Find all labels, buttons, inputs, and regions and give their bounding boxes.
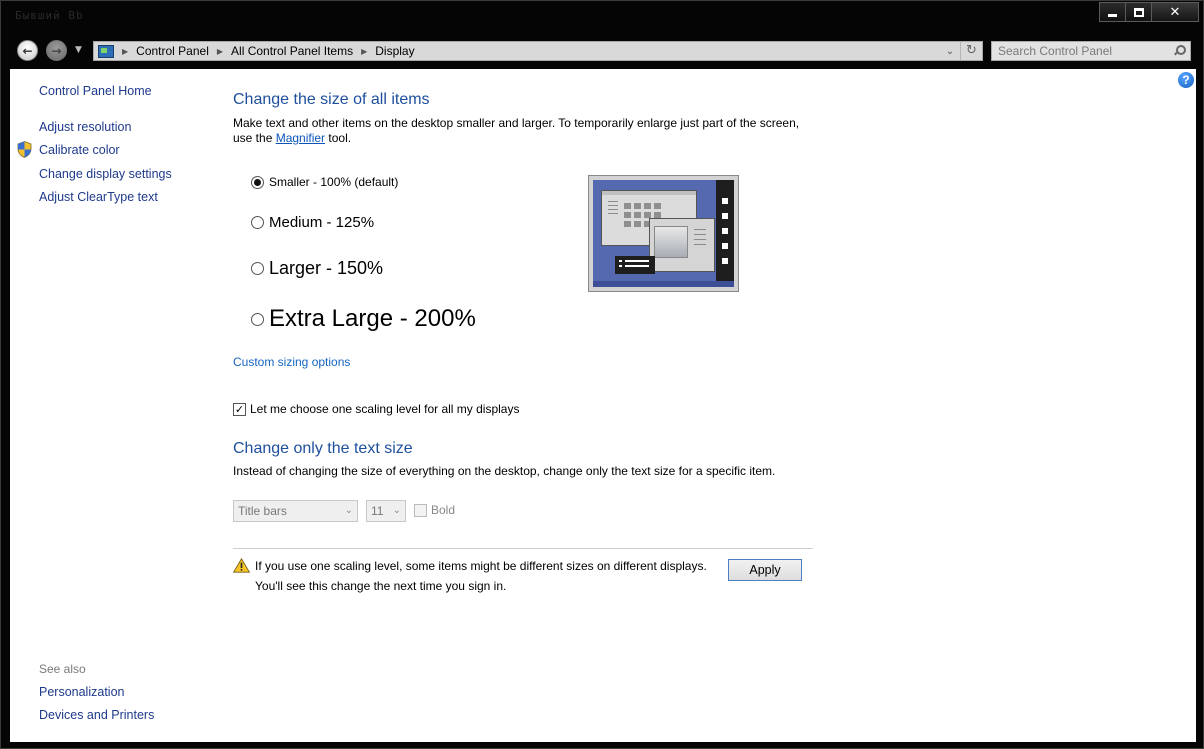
divider	[233, 548, 813, 549]
sidebar-link-change-display-settings[interactable]: Change display settings	[39, 167, 172, 181]
one-scaling-level-label: Let me choose one scaling level for all …	[250, 402, 520, 416]
scaling-preview-image	[588, 175, 739, 292]
text-item-value: Title bars	[238, 504, 287, 518]
sidebar-link-adjust-resolution[interactable]: Adjust resolution	[39, 120, 131, 134]
content-area: ? Control Panel Home Adjust resolution C…	[10, 69, 1196, 742]
see-also-label: See also	[39, 662, 86, 676]
preview-taskbar-icon	[716, 180, 734, 287]
maximize-button[interactable]	[1125, 2, 1152, 22]
breadcrumb-display[interactable]: Display	[375, 44, 414, 58]
size-option-medium[interactable]: Medium - 125%	[251, 214, 374, 231]
close-button[interactable]: ✕	[1151, 2, 1199, 22]
radio-icon[interactable]	[251, 262, 264, 275]
warning-icon	[232, 557, 251, 573]
size-section-description: Make text and other items on the desktop…	[233, 116, 799, 146]
radio-selected-icon[interactable]	[251, 175, 264, 189]
sidebar: Control Panel Home Adjust resolution Cal…	[10, 69, 210, 742]
size-option-smaller[interactable]: Smaller - 100% (default)	[251, 175, 398, 189]
chevron-right-icon[interactable]: ▶	[122, 47, 128, 56]
search-placeholder: Search Control Panel	[998, 44, 1113, 58]
recent-pages-dropdown[interactable]: ▼	[75, 45, 82, 55]
warning-text-line2: You'll see this change the next time you…	[255, 579, 507, 593]
warning-text-line1: If you use one scaling level, some items…	[255, 559, 707, 573]
minimize-icon	[1108, 13, 1117, 17]
window-title: Бывший Bb	[15, 9, 84, 22]
font-size-select[interactable]: 11 ⌄	[366, 500, 406, 522]
bold-checkbox[interactable]: Bold	[414, 503, 455, 517]
size-description-line1: Make text and other items on the desktop…	[233, 116, 800, 130]
sidebar-link-personalization[interactable]: Personalization	[39, 685, 124, 699]
caption-buttons: ✕	[1099, 2, 1199, 22]
minimize-button[interactable]	[1099, 2, 1126, 22]
text-item-select[interactable]: Title bars ⌄	[233, 500, 358, 522]
chevron-down-icon: ⌄	[344, 505, 353, 516]
forward-button[interactable]: →	[46, 40, 67, 61]
preview-tooltip-icon	[615, 256, 655, 274]
breadcrumb-control-panel[interactable]: Control Panel	[136, 44, 209, 58]
preview-desktop	[593, 180, 734, 287]
help-icon[interactable]: ?	[1178, 72, 1194, 88]
refresh-icon[interactable]: ↻	[960, 42, 982, 60]
search-input[interactable]: Search Control Panel	[991, 41, 1191, 61]
sidebar-link-calibrate-color[interactable]: Calibrate color	[39, 143, 120, 157]
desc-text: tool.	[325, 131, 352, 145]
back-button[interactable]: ←	[17, 40, 38, 61]
address-history-chevron-icon[interactable]: ⌄	[940, 46, 960, 57]
search-icon[interactable]	[1173, 45, 1186, 56]
sidebar-link-devices-printers[interactable]: Devices and Printers	[39, 708, 154, 722]
size-option-larger[interactable]: Larger - 150%	[251, 258, 383, 279]
checkbox-checked-icon[interactable]: ✓	[233, 402, 246, 416]
size-section-heading: Change the size of all items	[233, 91, 430, 108]
sidebar-link-adjust-cleartype[interactable]: Adjust ClearType text	[39, 190, 158, 204]
control-panel-icon	[98, 44, 114, 58]
chevron-right-icon[interactable]: ▶	[217, 47, 223, 56]
one-scaling-level-checkbox[interactable]: ✓ Let me choose one scaling level for al…	[233, 402, 519, 416]
size-option-label: Extra Large - 200%	[269, 305, 476, 332]
arrow-right-icon: →	[51, 43, 62, 58]
uac-shield-icon	[17, 141, 32, 158]
custom-sizing-link[interactable]: Custom sizing options	[233, 355, 350, 370]
text-section-heading: Change only the text size	[233, 440, 413, 457]
chevron-right-icon[interactable]: ▶	[361, 47, 367, 56]
chevron-down-icon: ⌄	[392, 505, 401, 516]
control-panel-window: Бывший Bb ✕ ← → ▼ ▶ Control Panel ▶ All …	[0, 0, 1204, 749]
font-size-value: 11	[371, 504, 384, 518]
radio-icon[interactable]	[251, 216, 264, 229]
breadcrumb-all-items[interactable]: All Control Panel Items	[231, 44, 353, 58]
radio-icon[interactable]	[251, 312, 264, 326]
checkbox-icon[interactable]	[414, 503, 427, 517]
bold-label: Bold	[431, 503, 456, 517]
size-option-label: Larger - 150%	[269, 258, 384, 278]
preview-window-icon	[649, 218, 715, 272]
apply-button[interactable]: Apply	[728, 559, 802, 581]
size-description-line2: use the Magnifier tool.	[233, 131, 799, 146]
sidebar-link-home[interactable]: Control Panel Home	[39, 84, 152, 98]
size-option-label: Smaller - 100% (default)	[269, 175, 399, 189]
close-icon: ✕	[1169, 4, 1181, 20]
magnifier-link[interactable]: Magnifier	[276, 131, 325, 145]
arrow-left-icon: ←	[22, 43, 33, 58]
navigation-bar: ← → ▼ ▶ Control Panel ▶ All Control Pane…	[11, 39, 1195, 63]
desc-text: use the	[233, 131, 276, 145]
size-option-label: Medium - 125%	[269, 214, 375, 231]
maximize-icon	[1133, 7, 1144, 17]
text-section-description: Instead of changing the size of everythi…	[233, 464, 776, 478]
address-bar[interactable]: ▶ Control Panel ▶ All Control Panel Item…	[93, 41, 983, 61]
size-option-extra-large[interactable]: Extra Large - 200%	[251, 305, 476, 333]
